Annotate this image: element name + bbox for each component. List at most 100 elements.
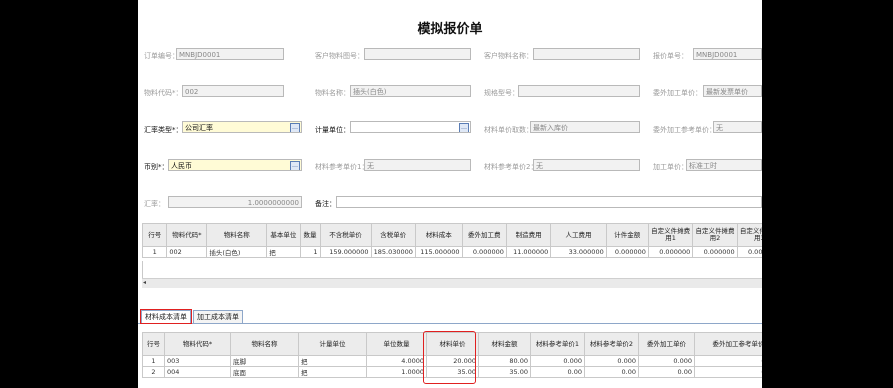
cell[interactable]: 0.00 bbox=[638, 366, 695, 378]
cell[interactable]: 004 bbox=[164, 366, 231, 378]
cust-name-label: 客户物料名称： bbox=[484, 52, 533, 60]
cell[interactable]: 0.00 bbox=[530, 366, 585, 378]
cell[interactable]: 0.000 bbox=[694, 355, 762, 367]
unit-field[interactable]: … bbox=[350, 121, 471, 133]
cell[interactable]: 4.0000 bbox=[366, 355, 427, 367]
lookup-icon[interactable]: … bbox=[459, 123, 469, 132]
cust-img-label: 客户物料图号： bbox=[315, 52, 364, 60]
col-header[interactable]: 材料成本 bbox=[414, 223, 463, 247]
cell[interactable]: 35.00 bbox=[478, 366, 531, 378]
cust-name-field[interactable] bbox=[533, 48, 640, 60]
col-header[interactable]: 自定义件摊费用2 bbox=[692, 223, 738, 247]
ext-price-field[interactable]: 最新发票单价 bbox=[703, 85, 762, 97]
cell[interactable]: 把 bbox=[266, 246, 301, 258]
currency-field[interactable]: 人民币 … bbox=[168, 159, 302, 171]
cell[interactable]: 11.000000 bbox=[505, 246, 552, 258]
currency-value: 人民币 bbox=[171, 162, 192, 170]
rate-type-field[interactable]: 公司汇率 … bbox=[182, 121, 302, 133]
lookup-icon[interactable]: … bbox=[290, 123, 300, 132]
ref1-label: 材料参考单价1： bbox=[315, 163, 369, 171]
col-header[interactable]: 物料名称 bbox=[206, 223, 268, 247]
col-header[interactable]: 行号 bbox=[142, 332, 165, 356]
proc-field[interactable]: 标准工时 bbox=[686, 159, 762, 171]
tab-material-cost[interactable]: 材料成本清单 bbox=[140, 309, 192, 324]
cell[interactable]: 002 bbox=[166, 246, 208, 258]
col-header[interactable]: 材料参考单价2 bbox=[584, 332, 639, 356]
table-row[interactable]: 1 002 插头(白色) 把 1 159.000000 185.030000 1… bbox=[141, 246, 762, 258]
col-header[interactable]: 委外加工费 bbox=[461, 223, 507, 247]
quote-window: 模拟报价单 订单编号： MNBJD0001 客户物料图号： 客户物料名称： 报价… bbox=[138, 0, 762, 388]
cell[interactable]: 底脚 bbox=[230, 355, 299, 367]
col-header[interactable]: 数量 bbox=[299, 223, 321, 247]
cell[interactable]: 0.000 bbox=[530, 355, 585, 367]
col-header[interactable]: 物料名称 bbox=[230, 332, 299, 356]
cell[interactable]: 0.000000 bbox=[461, 246, 507, 258]
col-header[interactable]: 自定义件摊费用3 bbox=[736, 223, 762, 247]
bill-no-field[interactable]: MNBJD0001 bbox=[176, 48, 284, 60]
lookup-icon[interactable]: … bbox=[290, 161, 300, 170]
price-no-field[interactable]: MNBJD0001 bbox=[693, 48, 762, 60]
upper-table-empty-area bbox=[142, 261, 762, 278]
col-header[interactable]: 物料代码* bbox=[166, 223, 208, 247]
cell[interactable]: 把 bbox=[298, 366, 367, 378]
mat-src-field[interactable]: 最新入库价 bbox=[530, 121, 640, 133]
ref2-field[interactable]: 无 bbox=[533, 159, 640, 171]
mat-src-label: 材料单价取数： bbox=[484, 126, 533, 134]
cell[interactable]: 0.000 bbox=[638, 355, 695, 367]
cell[interactable]: 115.000000 bbox=[414, 246, 463, 258]
remark-label: 备注： bbox=[315, 200, 336, 208]
cell[interactable]: 把 bbox=[298, 355, 367, 367]
rate-label: 汇率： bbox=[144, 200, 165, 208]
col-header[interactable]: 自定义件摊费用1 bbox=[647, 223, 694, 247]
cell[interactable]: 80.00 bbox=[478, 355, 531, 367]
cell[interactable]: 底面 bbox=[230, 366, 299, 378]
mat-code-field[interactable]: 002 bbox=[182, 85, 284, 97]
cell[interactable]: 1.0000 bbox=[366, 366, 427, 378]
horizontal-scrollbar[interactable]: ◂ bbox=[142, 278, 762, 288]
cell[interactable]: 0.000000 bbox=[647, 246, 694, 258]
cell[interactable]: 185.030000 bbox=[370, 246, 416, 258]
unit-label: 计量单位： bbox=[315, 126, 350, 134]
ext-ref-label: 委外加工参考单价： bbox=[653, 126, 716, 134]
scroll-left-icon[interactable]: ◂ bbox=[143, 279, 146, 286]
cell[interactable]: 1 bbox=[299, 246, 321, 258]
cell[interactable]: 0.000 bbox=[694, 366, 762, 378]
tab-processing-cost[interactable]: 加工成本清单 bbox=[193, 310, 243, 323]
cell[interactable]: 0.000000 bbox=[692, 246, 738, 258]
cell[interactable]: 插头(白色) bbox=[206, 246, 268, 258]
col-header[interactable]: 委外加工参考单价 bbox=[694, 332, 762, 356]
col-header[interactable]: 含税单价 bbox=[370, 223, 416, 247]
price-no-label: 报价单号： bbox=[653, 52, 688, 60]
cell[interactable]: 0.000000 bbox=[736, 246, 762, 258]
cell[interactable]: 0.00 bbox=[584, 366, 639, 378]
cell[interactable]: 1 bbox=[141, 246, 168, 258]
col-header[interactable]: 材料参考单价1 bbox=[530, 332, 585, 356]
col-header[interactable]: 委外加工单价 bbox=[638, 332, 695, 356]
cell[interactable]: 2 bbox=[142, 366, 165, 378]
ref1-field[interactable]: 无 bbox=[364, 159, 471, 171]
cell[interactable]: 0.000000 bbox=[605, 246, 649, 258]
cell[interactable]: 159.000000 bbox=[319, 246, 372, 258]
col-header[interactable]: 物料代码* bbox=[164, 332, 231, 356]
col-header[interactable]: 材料金额 bbox=[478, 332, 531, 356]
col-header[interactable]: 制造费用 bbox=[505, 223, 552, 247]
col-header[interactable]: 基本单位 bbox=[266, 223, 301, 247]
col-header[interactable]: 单位数量 bbox=[366, 332, 427, 356]
spec-field[interactable] bbox=[518, 85, 640, 97]
col-header[interactable]: 计量单位 bbox=[298, 332, 367, 356]
col-header[interactable]: 行号 bbox=[141, 223, 168, 247]
remark-field[interactable] bbox=[336, 196, 762, 208]
cell[interactable]: 0.000 bbox=[584, 355, 639, 367]
col-header[interactable]: 计件金额 bbox=[605, 223, 649, 247]
col-header[interactable]: 人工费用 bbox=[550, 223, 607, 247]
rate-type-label: 汇率类型*： bbox=[144, 126, 183, 134]
mat-name-field[interactable]: 插头(白色) bbox=[350, 85, 471, 97]
cell[interactable]: 1 bbox=[142, 355, 165, 367]
cell[interactable]: 003 bbox=[164, 355, 231, 367]
cell[interactable]: 33.000000 bbox=[550, 246, 607, 258]
cust-img-field[interactable] bbox=[364, 48, 471, 60]
rate-field[interactable]: 1.0000000000 bbox=[168, 196, 302, 208]
ext-ref-field[interactable]: 无 bbox=[713, 121, 762, 133]
col-header[interactable]: 不含税单价 bbox=[319, 223, 372, 247]
proc-label: 加工单价： bbox=[653, 163, 688, 171]
